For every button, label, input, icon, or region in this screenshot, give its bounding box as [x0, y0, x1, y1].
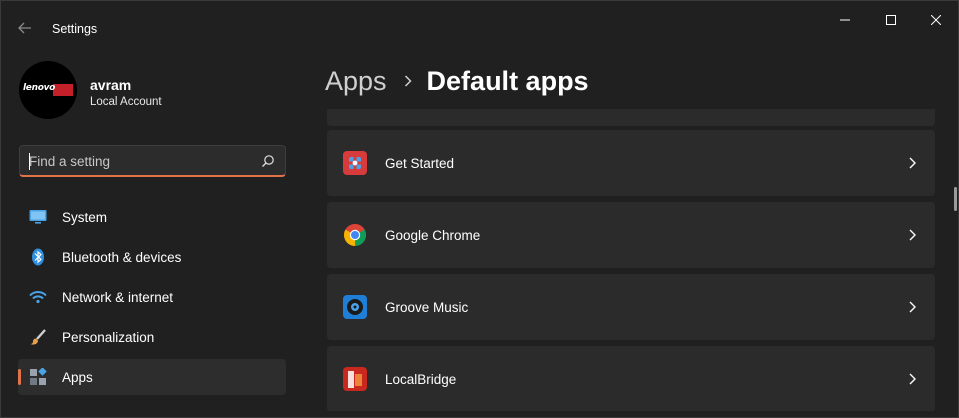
sidebar-item-network[interactable]: Network & internet — [18, 279, 286, 315]
sidebar-item-label: System — [62, 210, 108, 225]
app-row-get-started[interactable]: Get Started — [327, 130, 935, 196]
app-name: Google Chrome — [385, 228, 481, 243]
search-icon[interactable] — [261, 154, 275, 168]
chrome-icon — [344, 224, 366, 246]
brush-icon — [29, 328, 47, 346]
get-started-icon — [343, 151, 367, 175]
chevron-right-icon — [909, 373, 916, 385]
user-name: avram — [90, 77, 132, 93]
maximize-icon — [886, 15, 896, 25]
list-item[interactable] — [327, 109, 935, 126]
close-icon — [931, 15, 941, 25]
chevron-right-icon — [909, 229, 916, 241]
sidebar-item-bluetooth[interactable]: Bluetooth & devices — [18, 239, 286, 275]
settings-window: Settings lenovo avram Local Account Find… — [0, 0, 959, 418]
breadcrumb-parent[interactable]: Apps — [325, 66, 387, 97]
apps-icon — [29, 368, 47, 386]
sidebar-nav: System Bluetooth & devices Network & int… — [18, 199, 286, 399]
chevron-right-icon — [909, 301, 916, 313]
sidebar-item-label: Network & internet — [62, 290, 174, 305]
sidebar-item-label: Apps — [62, 370, 93, 385]
window-title: Settings — [52, 22, 98, 36]
sidebar-item-label: Personalization — [62, 330, 155, 345]
chevron-right-icon — [909, 157, 916, 169]
selection-indicator — [18, 369, 21, 385]
monitor-icon — [29, 208, 47, 226]
maximize-button[interactable] — [868, 5, 914, 35]
app-name: LocalBridge — [385, 372, 457, 387]
avatar-logo-text: lenovo — [23, 83, 56, 93]
minimize-button[interactable] — [822, 5, 868, 35]
app-row-groove-music[interactable]: Groove Music — [327, 274, 935, 340]
title-bar: Settings — [1, 1, 958, 41]
sidebar-item-personalization[interactable]: Personalization — [18, 319, 286, 355]
app-name: Groove Music — [385, 300, 469, 315]
default-apps-list: Get Started Google Chrome Groove Music L… — [327, 109, 935, 411]
text-caret — [29, 153, 30, 170]
wifi-icon — [29, 288, 47, 306]
minimize-icon — [840, 19, 850, 21]
bluetooth-icon — [29, 248, 47, 266]
scrollbar-thumb[interactable] — [954, 187, 957, 211]
localbridge-icon — [343, 367, 367, 391]
breadcrumb: Apps Default apps — [325, 61, 589, 101]
close-button[interactable] — [913, 5, 959, 35]
search-input[interactable] — [29, 152, 254, 170]
sidebar-item-label: Bluetooth & devices — [62, 250, 182, 265]
sidebar-item-system[interactable]: System — [18, 199, 286, 235]
back-arrow-icon — [18, 22, 31, 34]
chevron-right-icon — [404, 75, 412, 87]
back-button[interactable] — [11, 15, 39, 41]
app-row-google-chrome[interactable]: Google Chrome — [327, 202, 935, 268]
sidebar-item-apps[interactable]: Apps — [18, 359, 286, 395]
account-type: Local Account — [90, 96, 162, 108]
app-row-localbridge[interactable]: LocalBridge — [327, 346, 935, 411]
avatar[interactable]: lenovo — [19, 61, 77, 119]
search-box[interactable] — [19, 145, 286, 177]
page-title: Default apps — [426, 65, 589, 96]
groove-music-icon — [343, 295, 367, 319]
avatar-logo-mark — [53, 84, 73, 96]
app-name: Get Started — [385, 156, 455, 171]
